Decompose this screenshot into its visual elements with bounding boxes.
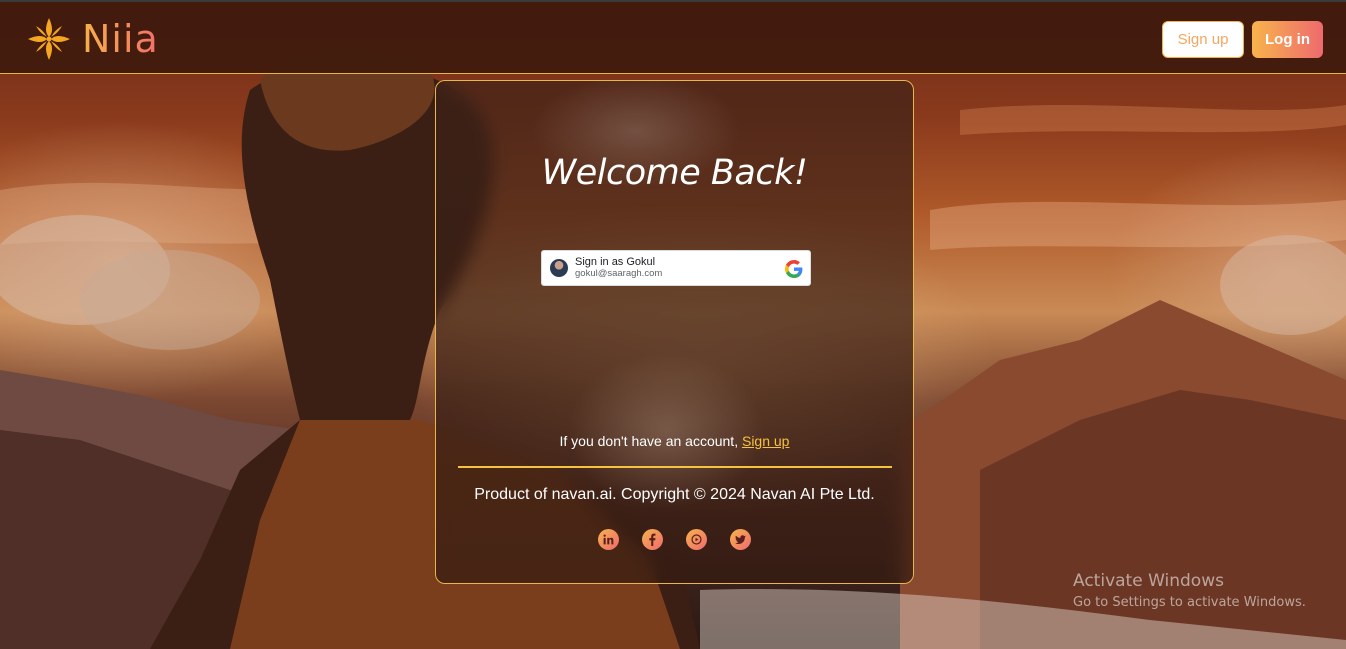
activation-subtitle: Go to Settings to activate Windows. xyxy=(1073,595,1306,610)
youtube-icon xyxy=(691,534,702,545)
flower-logo-icon xyxy=(28,18,70,60)
twitter-link[interactable] xyxy=(730,529,751,550)
copyright-text: Product of navan.ai. Copyright © 2024 Na… xyxy=(474,486,875,503)
google-account-info: Sign in as Gokul gokul@saaragh.com xyxy=(575,256,662,280)
brand-logo[interactable]: Niia xyxy=(26,16,159,62)
linkedin-link[interactable] xyxy=(598,529,619,550)
login-button[interactable]: Log in xyxy=(1252,21,1323,58)
google-account-name: Sign in as Gokul xyxy=(575,256,656,268)
facebook-icon xyxy=(649,533,656,546)
signup-link[interactable]: Sign up xyxy=(742,433,789,449)
divider xyxy=(458,466,892,468)
signup-button[interactable]: Sign up xyxy=(1162,21,1244,58)
avatar xyxy=(550,259,568,277)
google-sign-in-button[interactable]: Sign in as Gokul gokul@saaragh.com xyxy=(541,250,811,286)
google-icon xyxy=(785,260,803,278)
social-links xyxy=(436,529,913,550)
activation-title: Activate Windows xyxy=(1073,571,1224,591)
twitter-icon xyxy=(735,535,746,545)
top-navigation-bar: Niia Sign up Log in xyxy=(0,0,1346,74)
facebook-link[interactable] xyxy=(642,529,663,550)
youtube-link[interactable] xyxy=(686,529,707,550)
no-account-text: If you don't have an account, xyxy=(559,433,739,449)
login-card: Welcome Back! Sign in as Gokul gokul@saa… xyxy=(435,80,914,584)
brand-name: Niia xyxy=(82,17,159,61)
linkedin-icon xyxy=(603,534,614,545)
windows-activation-watermark: Activate Windows Go to Settings to activ… xyxy=(1073,571,1306,610)
welcome-title: Welcome Back! xyxy=(541,153,808,193)
no-account-prompt: If you don't have an account, Sign up xyxy=(436,433,913,449)
google-account-email: gokul@saaragh.com xyxy=(575,268,663,279)
